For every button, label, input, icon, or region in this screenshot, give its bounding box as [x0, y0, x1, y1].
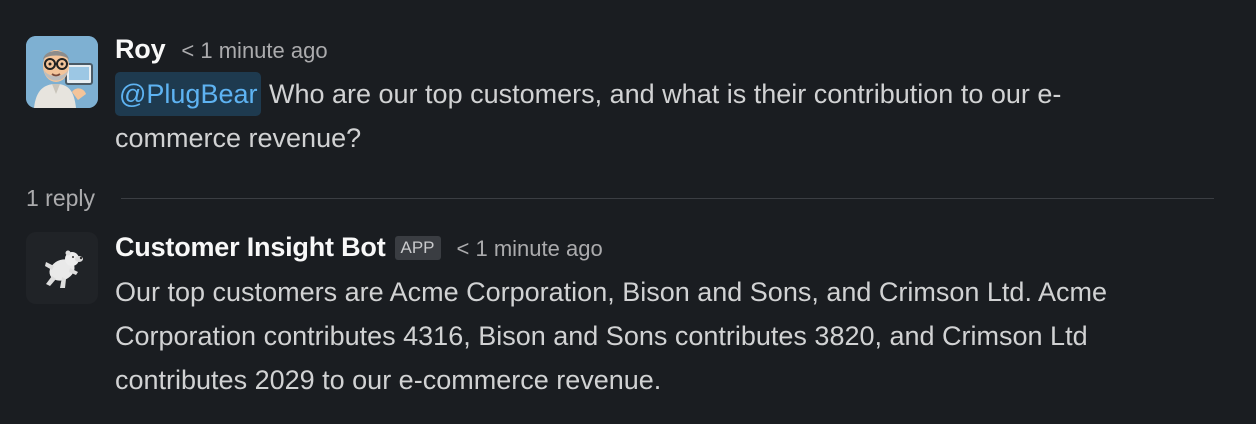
message-body: @PlugBear Who are our top customers, and…: [115, 72, 1216, 160]
user-mention[interactable]: @PlugBear: [115, 72, 262, 116]
message-line: Corporation contributes 4316, Bison and …: [115, 321, 1088, 351]
reply-count[interactable]: 1 reply: [26, 185, 95, 212]
message-text: Who are our top customers, and what is t…: [261, 79, 1062, 109]
polar-bear-icon: [26, 232, 98, 304]
bot-avatar[interactable]: [26, 232, 98, 304]
message-line: @PlugBear Who are our top customers, and…: [115, 72, 1216, 116]
message-content: Roy < 1 minute ago @PlugBear Who are our…: [115, 34, 1216, 160]
reply-divider-row: 1 reply: [26, 180, 1214, 216]
message-content: Customer Insight Bot APP < 1 minute ago …: [115, 232, 1216, 402]
message-header: Customer Insight Bot APP < 1 minute ago: [115, 232, 1216, 268]
message-timestamp[interactable]: < 1 minute ago: [457, 236, 603, 262]
message-thread: Roy < 1 minute ago @PlugBear Who are our…: [0, 0, 1256, 424]
message-timestamp[interactable]: < 1 minute ago: [181, 38, 327, 64]
app-badge: APP: [394, 236, 441, 260]
message-header: Roy < 1 minute ago: [115, 34, 1216, 70]
cartoon-man-avatar-icon: [26, 36, 98, 108]
message-line: commerce revenue?: [115, 123, 362, 153]
message-body: Our top customers are Acme Corporation, …: [115, 270, 1216, 402]
roy-avatar[interactable]: [26, 36, 98, 108]
message-line: Our top customers are Acme Corporation, …: [115, 277, 1107, 307]
divider-line: [121, 197, 1214, 199]
author-name[interactable]: Customer Insight Bot: [115, 232, 386, 263]
message-line: contributes 2029 to our e-commerce reven…: [115, 365, 662, 395]
author-name[interactable]: Roy: [115, 34, 166, 65]
